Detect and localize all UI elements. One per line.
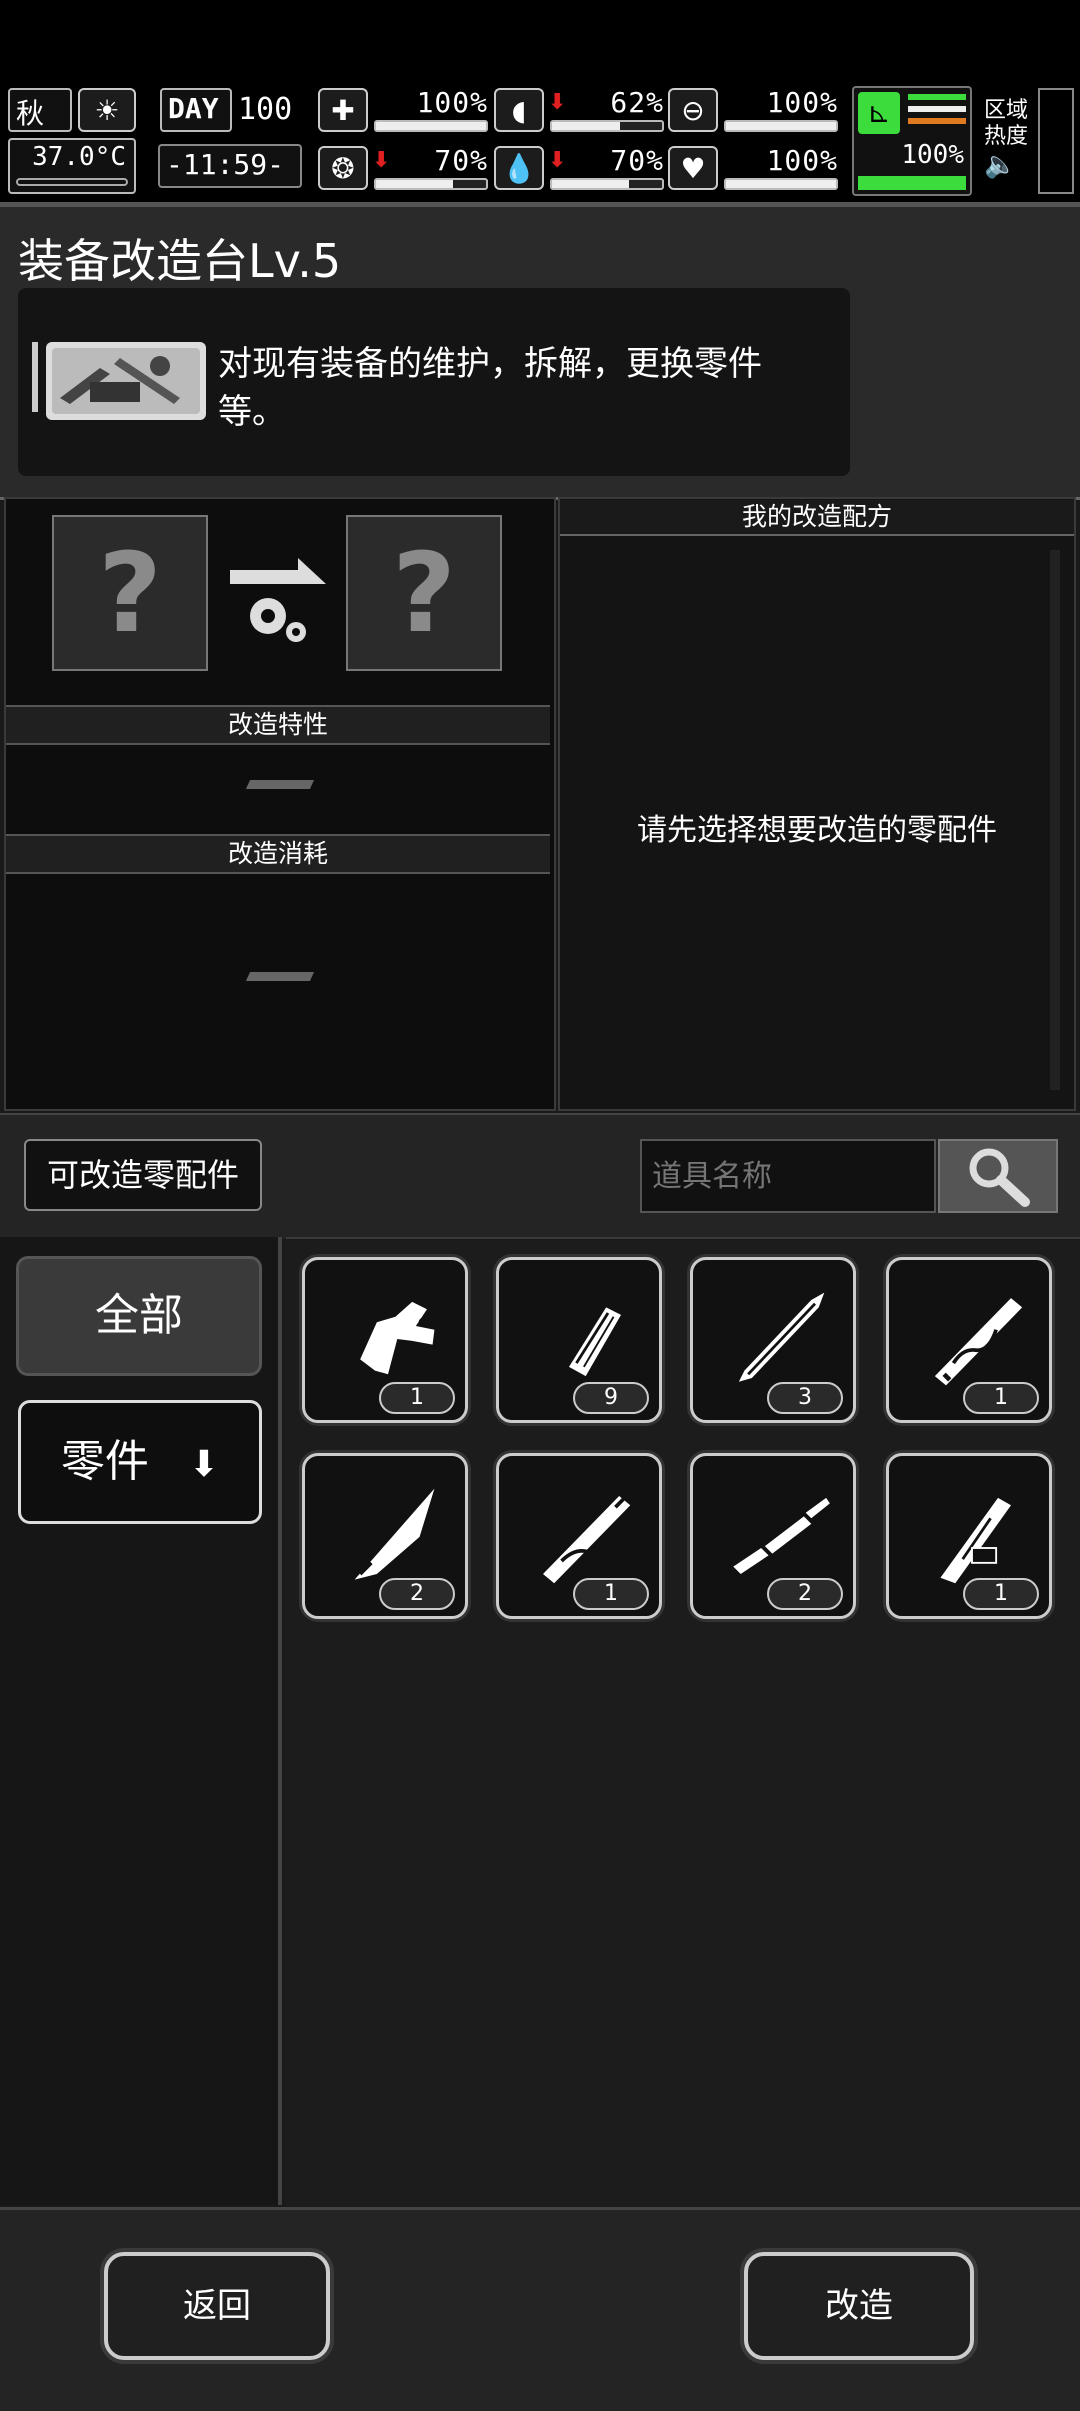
temperature-value: 37.0°C — [32, 142, 126, 172]
sun-icon: ☀ — [78, 88, 136, 132]
item-slot[interactable]: 3 — [690, 1257, 856, 1423]
traits-header: 改造特性 — [6, 705, 550, 745]
stamina-stripes — [908, 94, 966, 124]
item-slot[interactable]: 1 — [302, 1257, 468, 1423]
time-value: -11:59- — [166, 148, 285, 181]
zone-heat-line1: 区域 — [984, 98, 1029, 123]
stat-bar — [374, 178, 488, 190]
stamina-box: ⊾ 100% — [852, 86, 972, 196]
stamina-value: 100% — [901, 140, 964, 170]
traits-empty-dash — [245, 780, 315, 789]
stat-value: 70% — [610, 144, 664, 177]
item-count-badge: 2 — [379, 1578, 455, 1610]
stat-bar — [374, 120, 488, 132]
zone-heat-line2: 热度 — [984, 124, 1029, 149]
stamina-bar — [858, 176, 966, 190]
bandage-icon: ⊖ — [668, 88, 718, 132]
category-all-label: 全部 — [95, 1290, 183, 1341]
input-slot[interactable]: ? — [52, 515, 208, 671]
item-count-badge: 1 — [573, 1578, 649, 1610]
workbench-tools-icon — [30, 338, 210, 424]
temperature-box: 37.0°C — [8, 138, 136, 194]
stomach-icon: ◖ — [494, 88, 544, 132]
page-title: 装备改造台Lv.5 — [18, 234, 342, 288]
medkit-icon: ✚ — [318, 88, 368, 132]
top-strip — [0, 0, 1080, 82]
season-box: 秋 — [8, 88, 72, 132]
back-button[interactable]: 返回 — [104, 2252, 330, 2360]
item-slot[interactable]: 1 — [886, 1453, 1052, 1619]
day-label-box: DAY — [160, 88, 232, 132]
item-search-input[interactable] — [640, 1139, 936, 1213]
season-label: 秋 — [16, 97, 45, 130]
item-count-badge: 9 — [573, 1382, 649, 1414]
item-count-badge: 1 — [963, 1382, 1039, 1414]
stat-bar — [724, 178, 838, 190]
modify-button[interactable]: 改造 — [744, 2252, 974, 2360]
modifiable-parts-button[interactable]: 可改造零配件 — [24, 1139, 262, 1211]
speaker-icon: 🔈 — [984, 150, 1017, 180]
category-parts[interactable]: 零件 ⬇ — [18, 1400, 262, 1524]
arrow-gear-icon — [228, 556, 328, 648]
boot-icon: ⊾ — [858, 92, 900, 134]
item-slot[interactable]: 1 — [496, 1453, 662, 1619]
brain-icon: ❂ — [318, 146, 368, 190]
category-parts-label: 零件 — [60, 1436, 149, 1487]
item-slot[interactable]: 9 — [496, 1257, 662, 1423]
stat-value: 70% — [434, 144, 488, 177]
arrow-down-icon: ⬇ — [188, 1444, 220, 1485]
item-count-badge: 3 — [767, 1382, 843, 1414]
stat-value: 100% — [416, 86, 488, 119]
input-slot-question: ? — [98, 529, 162, 657]
item-count-badge: 2 — [767, 1578, 843, 1610]
water-drop-icon: 💧 — [494, 146, 544, 190]
stat-value: 100% — [766, 144, 838, 177]
heart-icon: ♥ — [668, 146, 718, 190]
category-all[interactable]: 全部 — [16, 1256, 262, 1376]
item-slot[interactable]: 2 — [690, 1453, 856, 1619]
recipe-panel-title: 我的改造配方 — [560, 500, 1074, 536]
item-count-badge: 1 — [963, 1578, 1039, 1610]
stat-value: 62% — [610, 86, 664, 119]
description-text: 对现有装备的维护，拆解，更换零件等。 — [218, 344, 762, 432]
output-slot[interactable]: ? — [346, 515, 502, 671]
time-box: -11:59- — [158, 144, 302, 188]
search-button[interactable] — [938, 1139, 1058, 1213]
stat-bar — [550, 120, 664, 132]
cost-header: 改造消耗 — [6, 834, 550, 874]
zone-heat-meter — [1038, 88, 1074, 194]
day-value: 100 — [238, 92, 293, 127]
item-slot[interactable]: 1 — [886, 1257, 1052, 1423]
zone-heat[interactable]: 区域 热度 🔈 — [984, 98, 1040, 180]
thermometer-bar — [16, 178, 128, 186]
item-count-badge: 1 — [379, 1382, 455, 1414]
day-label: DAY — [168, 92, 219, 125]
status-hud: 秋 ☀ 37.0°C DAY 100 -11:59- ✚ 100% ◖ ⬇ 62% ⊖ 10… — [0, 82, 1080, 205]
search-icon — [969, 1148, 1030, 1207]
stat-bar — [550, 178, 664, 190]
item-slot[interactable]: 2 — [302, 1453, 468, 1619]
stat-bar — [724, 120, 838, 132]
recipe-hint: 请先选择想要改造的零配件 — [637, 813, 997, 848]
recipe-panel — [558, 497, 1076, 1111]
output-slot-question: ? — [392, 529, 456, 657]
category-panel — [0, 1237, 282, 2205]
cost-empty-dash — [245, 972, 315, 981]
stat-value: 100% — [766, 86, 838, 119]
